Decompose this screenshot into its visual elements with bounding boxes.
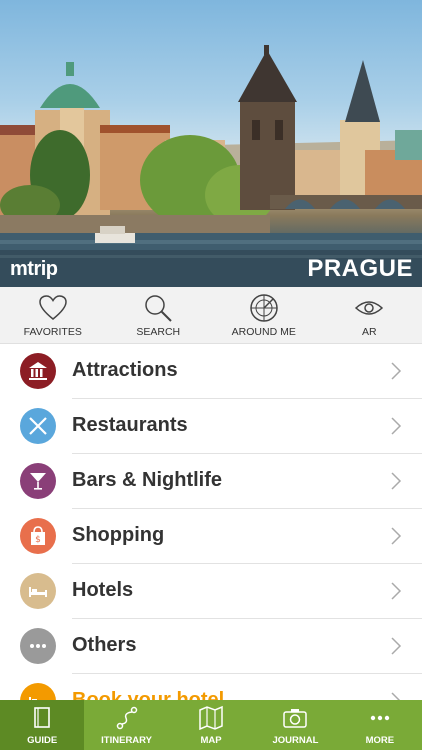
- category-label: Attractions: [72, 359, 178, 381]
- category-others[interactable]: Others: [0, 619, 422, 674]
- app-logo: mtrip: [10, 258, 58, 280]
- category-restaurants[interactable]: Restaurants: [0, 399, 422, 454]
- dots-icon: [20, 628, 56, 664]
- heart-icon: [38, 295, 67, 320]
- city-title: PRAGUE: [307, 255, 413, 282]
- chevron-right-icon: [391, 637, 402, 655]
- book-icon: [34, 707, 51, 728]
- tab-map[interactable]: MAP: [169, 700, 253, 750]
- quick-actions-bar: FAVORITES SEARCH AROUND ME AR: [0, 287, 422, 344]
- prague-skyline-illustration: [0, 45, 422, 287]
- chevron-right-icon: [391, 582, 402, 600]
- radar-icon: [250, 294, 278, 322]
- tab-label: GUIDE: [27, 735, 58, 746]
- chevron-right-icon: [391, 472, 402, 490]
- tab-journal[interactable]: JOURNAL: [253, 700, 337, 750]
- bed-icon: [20, 573, 56, 609]
- category-list: Attractions Restaurants Bars & Nightlife: [0, 344, 422, 729]
- category-label: Bars & Nightlife: [72, 469, 223, 491]
- city-hero-image: mtrip PRAGUE: [0, 0, 422, 287]
- ar-label: AR: [361, 326, 377, 338]
- map-icon: [199, 705, 223, 731]
- ar-button[interactable]: AR: [317, 287, 422, 343]
- eye-icon: [355, 301, 384, 315]
- category-label: Restaurants: [72, 414, 188, 436]
- chevron-right-icon: [391, 417, 402, 435]
- more-dots-icon: [370, 715, 390, 721]
- tab-label: MORE: [365, 735, 395, 746]
- category-bars-nightlife[interactable]: Bars & Nightlife: [0, 454, 422, 509]
- category-label: Shopping: [72, 524, 165, 546]
- fork-knife-icon: [20, 408, 56, 444]
- category-attractions[interactable]: Attractions: [0, 344, 422, 399]
- favorites-label: FAVORITES: [23, 326, 82, 338]
- category-shopping[interactable]: $ Shopping: [0, 509, 422, 564]
- search-button[interactable]: SEARCH: [106, 287, 212, 343]
- around-me-label: AROUND ME: [231, 326, 296, 338]
- cocktail-icon: [20, 463, 56, 499]
- chevron-right-icon: [391, 362, 402, 380]
- camera-icon: [283, 709, 308, 728]
- route-icon: [116, 706, 137, 730]
- favorites-button[interactable]: FAVORITES: [0, 287, 106, 343]
- tab-guide[interactable]: GUIDE: [0, 700, 85, 750]
- category-label: Others: [72, 634, 137, 656]
- tab-more[interactable]: MORE: [338, 700, 422, 750]
- bottom-tab-bar: GUIDE ITINERARY MAP JOURNAL MORE: [0, 700, 422, 750]
- tab-label: MAP: [200, 735, 222, 746]
- tab-label: JOURNAL: [272, 735, 319, 746]
- category-label: Hotels: [72, 579, 134, 601]
- tab-itinerary[interactable]: ITINERARY: [84, 700, 168, 750]
- svg-text:$: $: [35, 535, 41, 545]
- shopping-bag-icon: $: [20, 518, 56, 554]
- chevron-right-icon: [391, 527, 402, 545]
- search-icon: [145, 295, 172, 322]
- search-label: SEARCH: [136, 326, 181, 338]
- museum-icon: [20, 353, 56, 389]
- category-hotels[interactable]: Hotels: [0, 564, 422, 619]
- tab-label: ITINERARY: [101, 735, 153, 746]
- around-me-button[interactable]: AROUND ME: [211, 287, 317, 343]
